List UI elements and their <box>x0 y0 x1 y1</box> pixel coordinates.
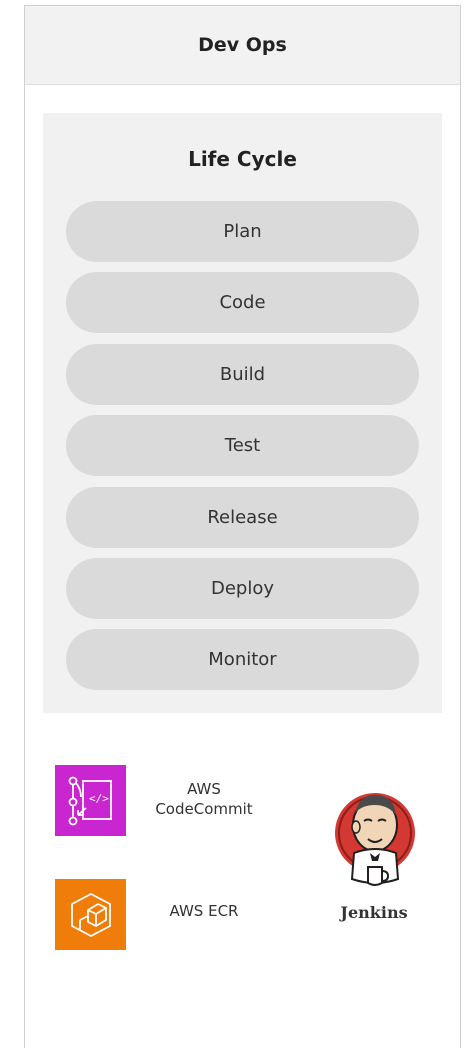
jenkins-logo <box>330 783 420 921</box>
container-icon <box>55 879 126 950</box>
page-title: Dev Ops <box>198 34 287 56</box>
stage-test[interactable]: Test <box>66 415 419 476</box>
stage-build[interactable]: Build <box>66 344 419 405</box>
stage-monitor[interactable]: Monitor <box>66 629 419 690</box>
codecommit-label-line1: AWS <box>187 780 221 798</box>
codecommit-label-line2: CodeCommit <box>155 800 253 818</box>
stage-release[interactable]: Release <box>66 487 419 548</box>
header: Dev Ops <box>25 6 460 85</box>
jenkins-label: Jenkins <box>340 903 408 922</box>
stage-code[interactable]: Code <box>66 272 419 333</box>
ecr-label: AWS ECR <box>169 902 239 920</box>
codecommit-icon: </> <box>55 765 126 836</box>
codecommit-label: AWS CodeCommit <box>140 779 268 819</box>
stage-deploy[interactable]: Deploy <box>66 558 419 619</box>
lifecycle-title: Life Cycle <box>188 147 297 171</box>
lifecycle-panel: Life Cycle Plan Code Build Test Release … <box>43 113 442 713</box>
svg-text:</>: </> <box>89 792 109 805</box>
stage-plan[interactable]: Plan <box>66 201 419 262</box>
